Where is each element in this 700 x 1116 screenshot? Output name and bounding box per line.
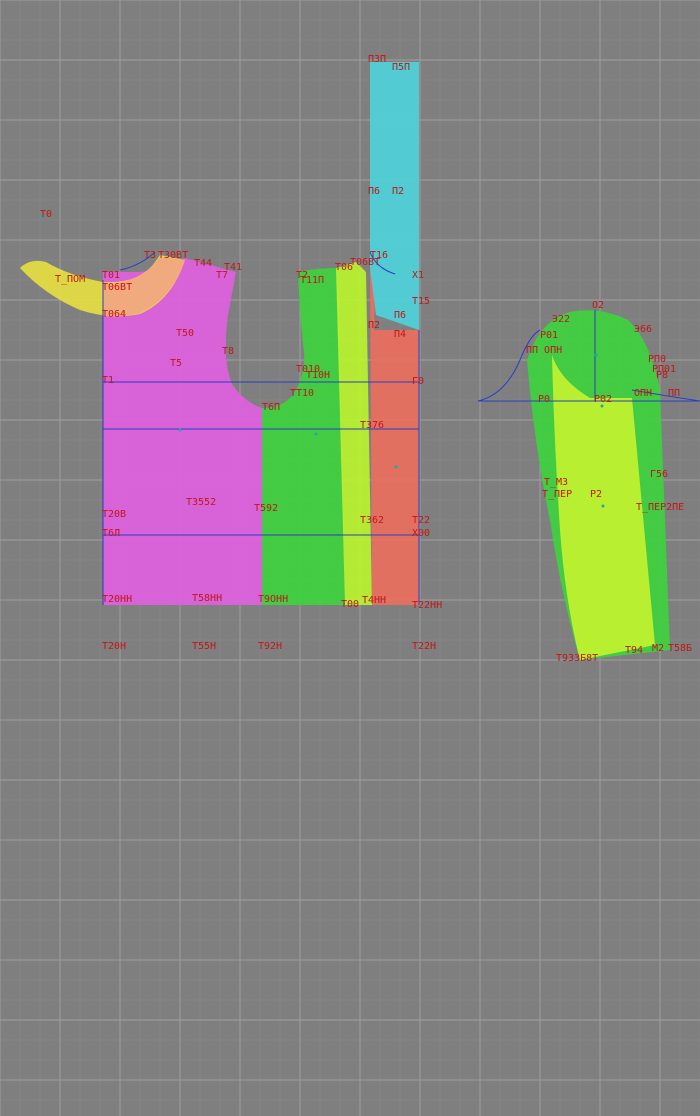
label-t8: T8 xyxy=(222,346,234,357)
side-piece[interactable] xyxy=(262,268,345,605)
label-t22nn: T22НН xyxy=(412,600,442,611)
label-p6-facing: П6 xyxy=(368,186,380,197)
label-r8: Р8 xyxy=(656,370,668,381)
label-t6p: T6П xyxy=(262,402,280,413)
label-t10h: T10H xyxy=(306,370,330,381)
drawing-canvas[interactable]: T0 T_ПОМ T01 T06BT T064 T3 T30BT T44 T41… xyxy=(0,0,700,1116)
label-t3: T3 xyxy=(144,250,156,261)
label-g0: Г0 xyxy=(412,376,424,387)
label-t44: T44 xyxy=(194,258,212,269)
label-t6l: T6Л xyxy=(102,528,120,539)
label-t22n: T22Н xyxy=(412,641,436,652)
label-t00: T00 xyxy=(341,599,359,610)
label-t-per2: T_ПЕР2ПЕ xyxy=(636,502,684,513)
label-x7: T7 xyxy=(216,270,228,281)
label-t94: T94 xyxy=(625,645,643,656)
label-r56: Г56 xyxy=(650,469,668,480)
label-t15: T15 xyxy=(412,296,430,307)
label-t1: T1 xyxy=(102,375,114,386)
label-tt10: TT10 xyxy=(290,388,314,399)
label-t362: T362 xyxy=(360,515,384,526)
label-t9-bottom: T9ЗЗБ8Т xyxy=(556,653,598,664)
label-o2: O2 xyxy=(592,300,604,311)
label-t4nn: T4НН xyxy=(362,595,386,606)
label-t06bt-front: T06BT xyxy=(350,257,380,268)
label-t55n: T55Н xyxy=(192,641,216,652)
label-t01: T01 xyxy=(102,270,120,281)
label-t5: T5 xyxy=(170,358,182,369)
label-r0: Р0 xyxy=(538,394,550,405)
label-x1: X1 xyxy=(412,270,424,281)
label-t50: T50 xyxy=(176,328,194,339)
label-p3p: П3П xyxy=(368,54,386,65)
label-m2: M2 xyxy=(652,643,664,654)
label-pp: ПП xyxy=(668,388,680,399)
label-p2-facing: П2 xyxy=(392,186,404,197)
label-s66: Э66 xyxy=(634,324,652,335)
label-r2: Р2 xyxy=(590,489,602,500)
label-t58nn: T58НН xyxy=(192,593,222,604)
label-pp-opn: ПП ОПН xyxy=(526,345,562,356)
label-r02: Р02 xyxy=(594,394,612,405)
label-t-m3: Т_МЗ xyxy=(544,477,568,488)
label-s22: Э22 xyxy=(552,314,570,325)
label-t06bt: T06BT xyxy=(102,282,132,293)
label-t30bt: T30BT xyxy=(158,250,188,261)
label-r01: Р01 xyxy=(540,330,558,341)
label-t9onn: T9ОНН xyxy=(258,594,288,605)
label-t20nn: T20НН xyxy=(102,594,132,605)
label-p4: П4 xyxy=(394,329,406,340)
label-x00: X00 xyxy=(412,528,430,539)
label-p5p: П5П xyxy=(392,62,410,73)
label-t3552: T3552 xyxy=(186,497,216,508)
label-t376: T376 xyxy=(360,420,384,431)
label-p6: П6 xyxy=(394,310,406,321)
label-t064: T064 xyxy=(102,309,126,320)
label-t58b: T58Б xyxy=(668,643,692,654)
label-t92n: T92Н xyxy=(258,641,282,652)
label-t-pom: T_ПОМ xyxy=(55,274,85,285)
label-t11p: T11П xyxy=(300,275,324,286)
label-opn: ОПН xyxy=(634,388,652,399)
label-t20b: T20B xyxy=(102,509,126,520)
label-t0: T0 xyxy=(40,209,52,220)
label-t-per: Т_ПЕР xyxy=(542,489,572,500)
label-t22: T22 xyxy=(412,515,430,526)
label-t20n: T20Н xyxy=(102,641,126,652)
label-t592: T592 xyxy=(254,503,278,514)
label-p2: П2 xyxy=(368,320,380,331)
